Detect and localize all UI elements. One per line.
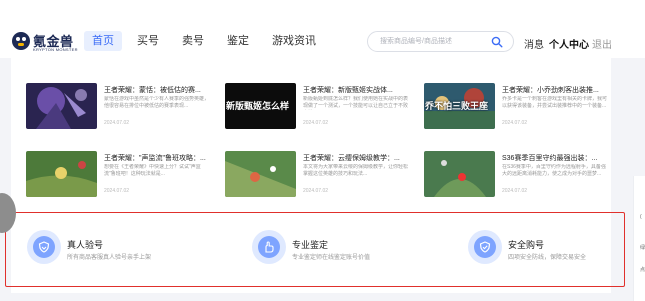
article-desc: 新版甄姬到底怎么样？我们使用她在实战中的表现做了一个测试，一个技能可以让自己立于… (303, 96, 408, 109)
article-desc: 在S36赛季中，百里守约作为远程射手，具备强大的远距离消耗能力，使之成为对手的噩… (502, 164, 606, 177)
messages-link[interactable]: 消息 (524, 36, 544, 51)
article-date: 2024.07.02 (104, 120, 130, 126)
main-content: 王者荣耀：蒙恬：被低估的赛... 蒙恬在游戏中虽然是个少有人赛季的强势英雄，他很… (11, 58, 611, 293)
feature-desc: 所有商品客服真人验号亲手上架 (67, 255, 152, 261)
search-input[interactable] (380, 34, 488, 49)
side-panel-text: ( (640, 214, 642, 220)
side-panel-text: 点 (640, 267, 645, 273)
feature-title: 安全购号 (508, 240, 545, 250)
article-thumbnail (26, 83, 97, 129)
feature-desc: 专业鉴定师在线鉴定账号价值 (292, 255, 371, 261)
site-logo[interactable]: 氪金兽 KRYPTON MONSTER (12, 30, 78, 52)
article-desc: 乔多卡是一个刺客在游戏里有相关的卡牌，我可以获得该装备，并尝试出装推荐中的一个装… (502, 96, 607, 109)
nav-sell[interactable]: 卖号 (174, 31, 212, 51)
article-title: 王者荣耀：蒙恬：被低估的赛... (104, 87, 201, 94)
shield-icon (33, 236, 55, 258)
article-title: 王者荣耀：云缨保姆级教学：... (303, 155, 400, 162)
search-box (367, 31, 514, 52)
nav-buy[interactable]: 买号 (129, 31, 167, 51)
article-title: 王者荣耀：新版甄姬实战体... (303, 87, 393, 94)
article-card[interactable]: 王者荣耀：蒙恬：被低估的赛... 蒙恬在游戏中虽然是个少有人赛季的强势英雄，他很… (26, 83, 211, 138)
nav-appraise[interactable]: 鉴定 (219, 31, 257, 51)
thumbnail-caption: 新版甄姬怎么样 (226, 101, 290, 111)
shield-check-icon (474, 236, 496, 258)
article-card[interactable]: 新版甄姬怎么样 王者荣耀：新版甄姬实战体... 新版甄姬到底怎么样？我们使用她在… (225, 83, 410, 138)
article-card[interactable]: S36赛季百里守约最强出装：... 在S36赛季中，百里守约作为远程射手，具备强… (424, 151, 609, 206)
article-thumbnail (225, 151, 296, 197)
nav-home[interactable]: 首页 (84, 31, 122, 51)
feature-icon-bg (468, 230, 502, 264)
feature-title: 专业鉴定 (292, 240, 329, 250)
article-desc: 想要在《王者荣耀》中快速上分？试试"声监流"鲁班吧！这种玩法就是... (104, 164, 201, 177)
article-date: 2024.07.02 (502, 120, 528, 126)
article-thumbnail (424, 151, 495, 197)
thumbnail-caption: 乔不怕三败王座 (425, 101, 489, 111)
feature-icon-bg (252, 230, 286, 264)
user-center-link[interactable]: 个人中心 (549, 36, 589, 51)
nav-game-news[interactable]: 游戏资讯 (264, 31, 324, 51)
article-thumbnail (26, 151, 97, 197)
article-card[interactable]: 王者荣耀：云缨保姆级教学：... 本文将为大家带来云缨的保姆级教学，让你轻松掌握… (225, 151, 410, 206)
top-header: 氪金兽 KRYPTON MONSTER 首页 买号 卖号 鉴定 游戏资讯 消息 … (0, 0, 645, 58)
side-panel (633, 176, 645, 301)
main-nav: 首页 买号 卖号 鉴定 游戏资讯 (84, 31, 331, 51)
feature-title: 真人验号 (67, 240, 104, 250)
search-icon[interactable] (491, 36, 503, 48)
feature-icon-bg (27, 230, 61, 264)
side-panel-text: 绿 (640, 245, 645, 251)
article-title: S36赛季百里守约最强出装：... (502, 155, 598, 162)
mascot-icon (12, 32, 30, 50)
feature-desc: 四项安全防线，保障交易安全 (508, 255, 587, 261)
article-thumbnail: 乔不怕三败王座 (424, 83, 495, 129)
article-title: 王者荣耀："声监流"鲁班攻略：... (104, 155, 206, 162)
article-title: 王者荣耀：小乔劲刺客出装推... (502, 87, 599, 94)
article-date: 2024.07.02 (303, 120, 329, 126)
article-desc: 蒙恬在游戏中虽然是个少有人赛季的强势英雄，他很容易在排位中被低估的赛季表现... (104, 96, 209, 109)
article-date: 2024.07.02 (303, 188, 329, 194)
article-thumbnail: 新版甄姬怎么样 (225, 83, 296, 129)
article-date: 2024.07.02 (502, 188, 528, 194)
logout-link[interactable]: 退出 (592, 36, 612, 51)
article-desc: 本文将为大家带来云缨的保姆级教学，让你轻松掌握这位英雄的技巧和玩法... (303, 164, 408, 177)
article-date: 2024.07.02 (104, 188, 130, 194)
logo-subtitle: KRYPTON MONSTER (33, 47, 78, 52)
logo-text: 氪金兽 (33, 33, 74, 49)
article-card[interactable]: 乔不怕三败王座 王者荣耀：小乔劲刺客出装推... 乔多卡是一个刺客在游戏里有相关… (424, 83, 609, 138)
article-card[interactable]: 王者荣耀："声监流"鲁班攻略：... 想要在《王者荣耀》中快速上分？试试"声监流… (26, 151, 211, 206)
hand-icon (258, 236, 280, 258)
